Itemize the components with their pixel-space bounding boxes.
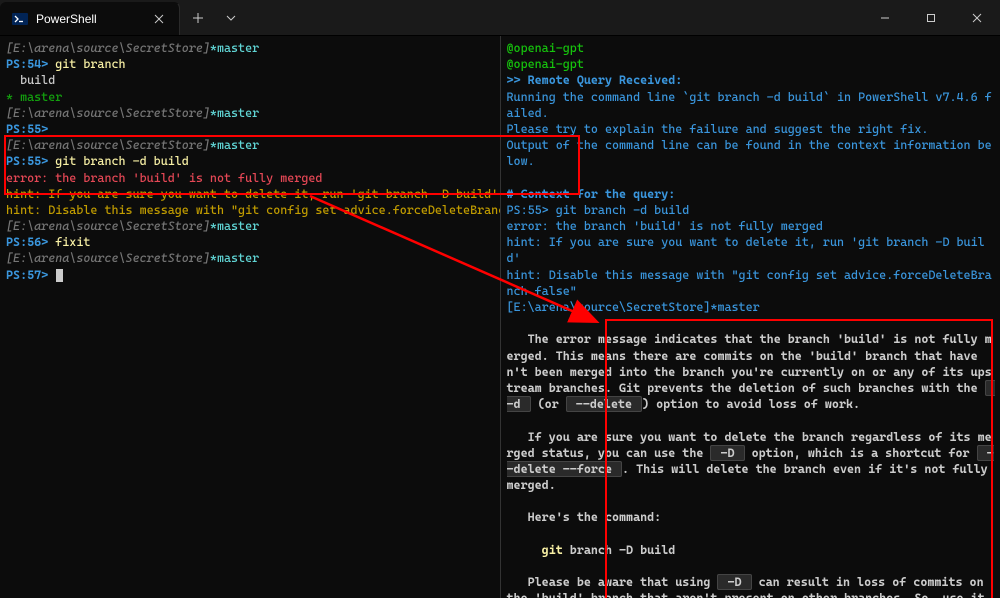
- prompt: PS:55>: [6, 154, 48, 168]
- cursor: [56, 269, 63, 282]
- dropdown-icon[interactable]: [216, 0, 246, 35]
- hint-line: hint: If you are sure you want to delete…: [6, 187, 498, 201]
- command: fixit: [55, 235, 90, 249]
- remote-query-header: >> Remote Query Received:: [507, 73, 683, 87]
- branch-indicator: *master: [210, 41, 259, 55]
- window-controls: [862, 0, 1000, 35]
- handle: @openai-gpt: [507, 41, 584, 55]
- command: git branch -d build: [55, 154, 189, 168]
- path-line: [E:\arena\source\SecretStore]: [6, 219, 210, 233]
- prompt: PS:56>: [6, 235, 48, 249]
- response-text: If you are sure you want to delete the b…: [507, 430, 995, 493]
- prompt: PS:54>: [6, 57, 48, 71]
- hint-line: hint: Disable this message with "git con…: [6, 203, 501, 217]
- path-line: [E:\arena\source\SecretStore]: [6, 251, 210, 265]
- output-line: build: [6, 73, 55, 87]
- branch-indicator: *master: [210, 251, 259, 265]
- titlebar-drag-area[interactable]: [246, 0, 862, 35]
- code-flag: -D: [710, 445, 744, 461]
- branch-indicator: *master: [210, 138, 259, 152]
- error-line: error: the branch 'build' is not fully m…: [6, 171, 322, 185]
- command: git branch: [55, 57, 125, 71]
- terminal-content[interactable]: [E:\arena\source\SecretStore]*master PS:…: [0, 36, 1000, 598]
- context-header: # Context for the query:: [507, 187, 676, 201]
- right-pane[interactable]: @openai-gpt @openai-gpt >> Remote Query …: [501, 36, 1000, 598]
- handle: @openai-gpt: [507, 57, 584, 71]
- code-flag: -D: [717, 574, 751, 590]
- response-text: Here's the command:: [507, 510, 662, 524]
- close-icon[interactable]: [151, 11, 167, 27]
- branch-indicator: *master: [210, 106, 259, 120]
- context-line: error: the branch 'build' is not fully m…: [507, 219, 823, 233]
- context-line: hint: Disable this message with "git con…: [507, 268, 992, 298]
- output-line: * master: [6, 90, 62, 104]
- tab-powershell[interactable]: PowerShell: [0, 2, 180, 35]
- minimize-button[interactable]: [862, 0, 908, 35]
- powershell-icon: [12, 11, 28, 27]
- query-line: Running the command line `git branch -d …: [507, 90, 992, 120]
- context-line: [E:\arena\source\SecretStore]*master: [507, 300, 760, 314]
- code-flag: --delete: [566, 396, 642, 412]
- left-pane[interactable]: [E:\arena\source\SecretStore]*master PS:…: [0, 36, 501, 598]
- branch-indicator: *master: [210, 219, 259, 233]
- context-line: PS:55> git branch -d build: [507, 203, 690, 217]
- prompt: PS:55>: [6, 122, 48, 136]
- new-tab-button[interactable]: [180, 0, 216, 35]
- titlebar: PowerShell: [0, 0, 1000, 36]
- prompt: PS:57>: [6, 268, 48, 282]
- maximize-button[interactable]: [908, 0, 954, 35]
- response-text: The error message indicates that the bra…: [507, 332, 995, 412]
- close-button[interactable]: [954, 0, 1000, 35]
- path-line: [E:\arena\source\SecretStore]: [6, 138, 210, 152]
- tab-label: PowerShell: [36, 12, 143, 26]
- query-line: Output of the command line can be found …: [507, 138, 992, 168]
- query-line: Please try to explain the failure and su…: [507, 122, 929, 136]
- code-line: git branch -D build: [507, 543, 676, 557]
- response-text: Please be aware that using -D can result…: [507, 574, 992, 598]
- path-line: [E:\arena\source\SecretStore]: [6, 106, 210, 120]
- path-line: [E:\arena\source\SecretStore]: [6, 41, 210, 55]
- context-line: hint: If you are sure you want to delete…: [507, 235, 985, 265]
